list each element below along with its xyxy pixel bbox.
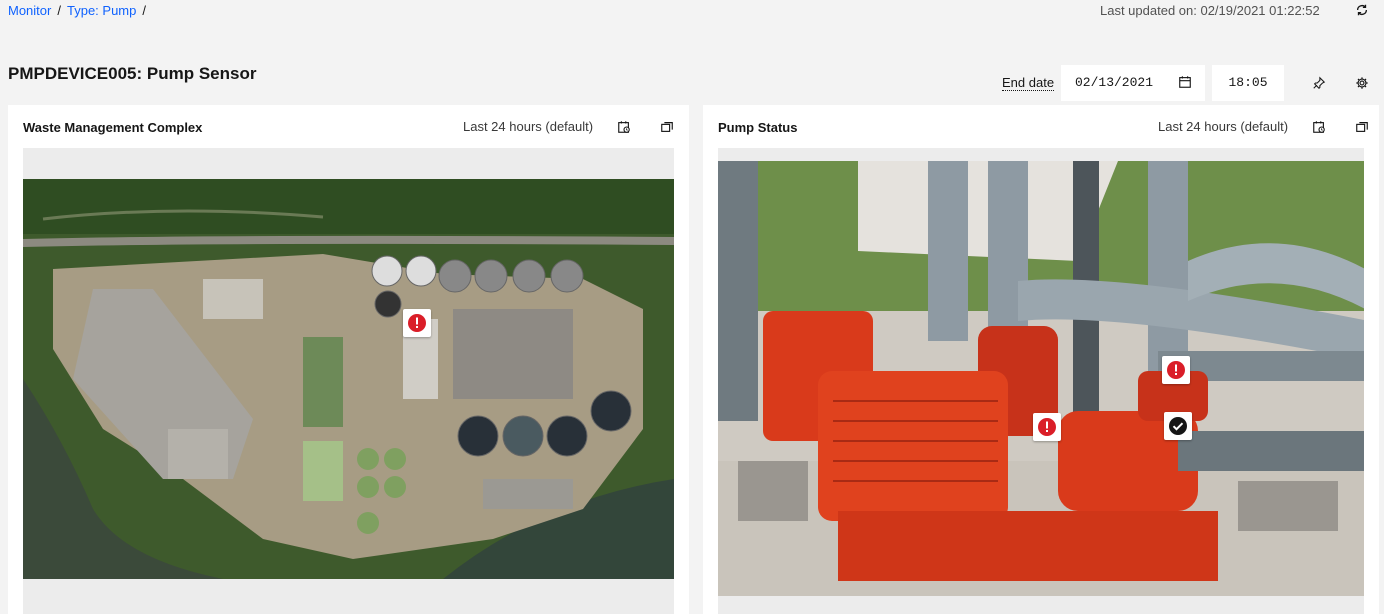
card-pump-status: Pump Status Last 24 hours (default) [703,105,1379,614]
end-date-label: End date [1002,75,1055,91]
pump-photo-image [718,161,1364,596]
gear-icon[interactable] [1355,76,1369,90]
calendar-clock-icon[interactable] [617,120,631,134]
time-input[interactable]: 18:05 [1212,65,1284,101]
expand-icon[interactable] [1355,120,1369,134]
aerial-plant-image [23,179,674,579]
alert-marker[interactable] [1162,356,1190,384]
card-waste-management: Waste Management Complex Last 24 hours (… [8,105,689,614]
breadcrumb-separator: / [57,3,61,18]
top-bar: Monitor / Type: Pump / Last updated on: 02/… [0,0,1384,22]
alert-marker[interactable] [1033,413,1061,441]
time-range-label[interactable]: Last 24 hours (default) [1158,119,1288,134]
alert-marker[interactable] [403,309,431,337]
calendar-clock-icon[interactable] [1312,120,1326,134]
card-title: Waste Management Complex [23,120,203,135]
last-updated-text: Last updated on: 02/19/2021 01:22:52 [1100,3,1320,18]
refresh-icon[interactable] [1355,3,1369,17]
image-container [23,148,674,614]
image-container [718,148,1364,614]
calendar-icon[interactable] [1178,75,1192,89]
pin-icon[interactable] [1312,76,1326,90]
ok-check-marker[interactable] [1164,412,1192,440]
time-range-label[interactable]: Last 24 hours (default) [463,119,593,134]
breadcrumb-separator: / [142,3,146,18]
page-title: PMPDEVICE005: Pump Sensor [8,64,257,83]
breadcrumb: Monitor / Type: Pump / [8,3,152,18]
card-title: Pump Status [718,120,798,135]
expand-icon[interactable] [660,120,674,134]
breadcrumb-type-pump[interactable]: Type: Pump [67,3,136,18]
breadcrumb-monitor[interactable]: Monitor [8,3,51,18]
